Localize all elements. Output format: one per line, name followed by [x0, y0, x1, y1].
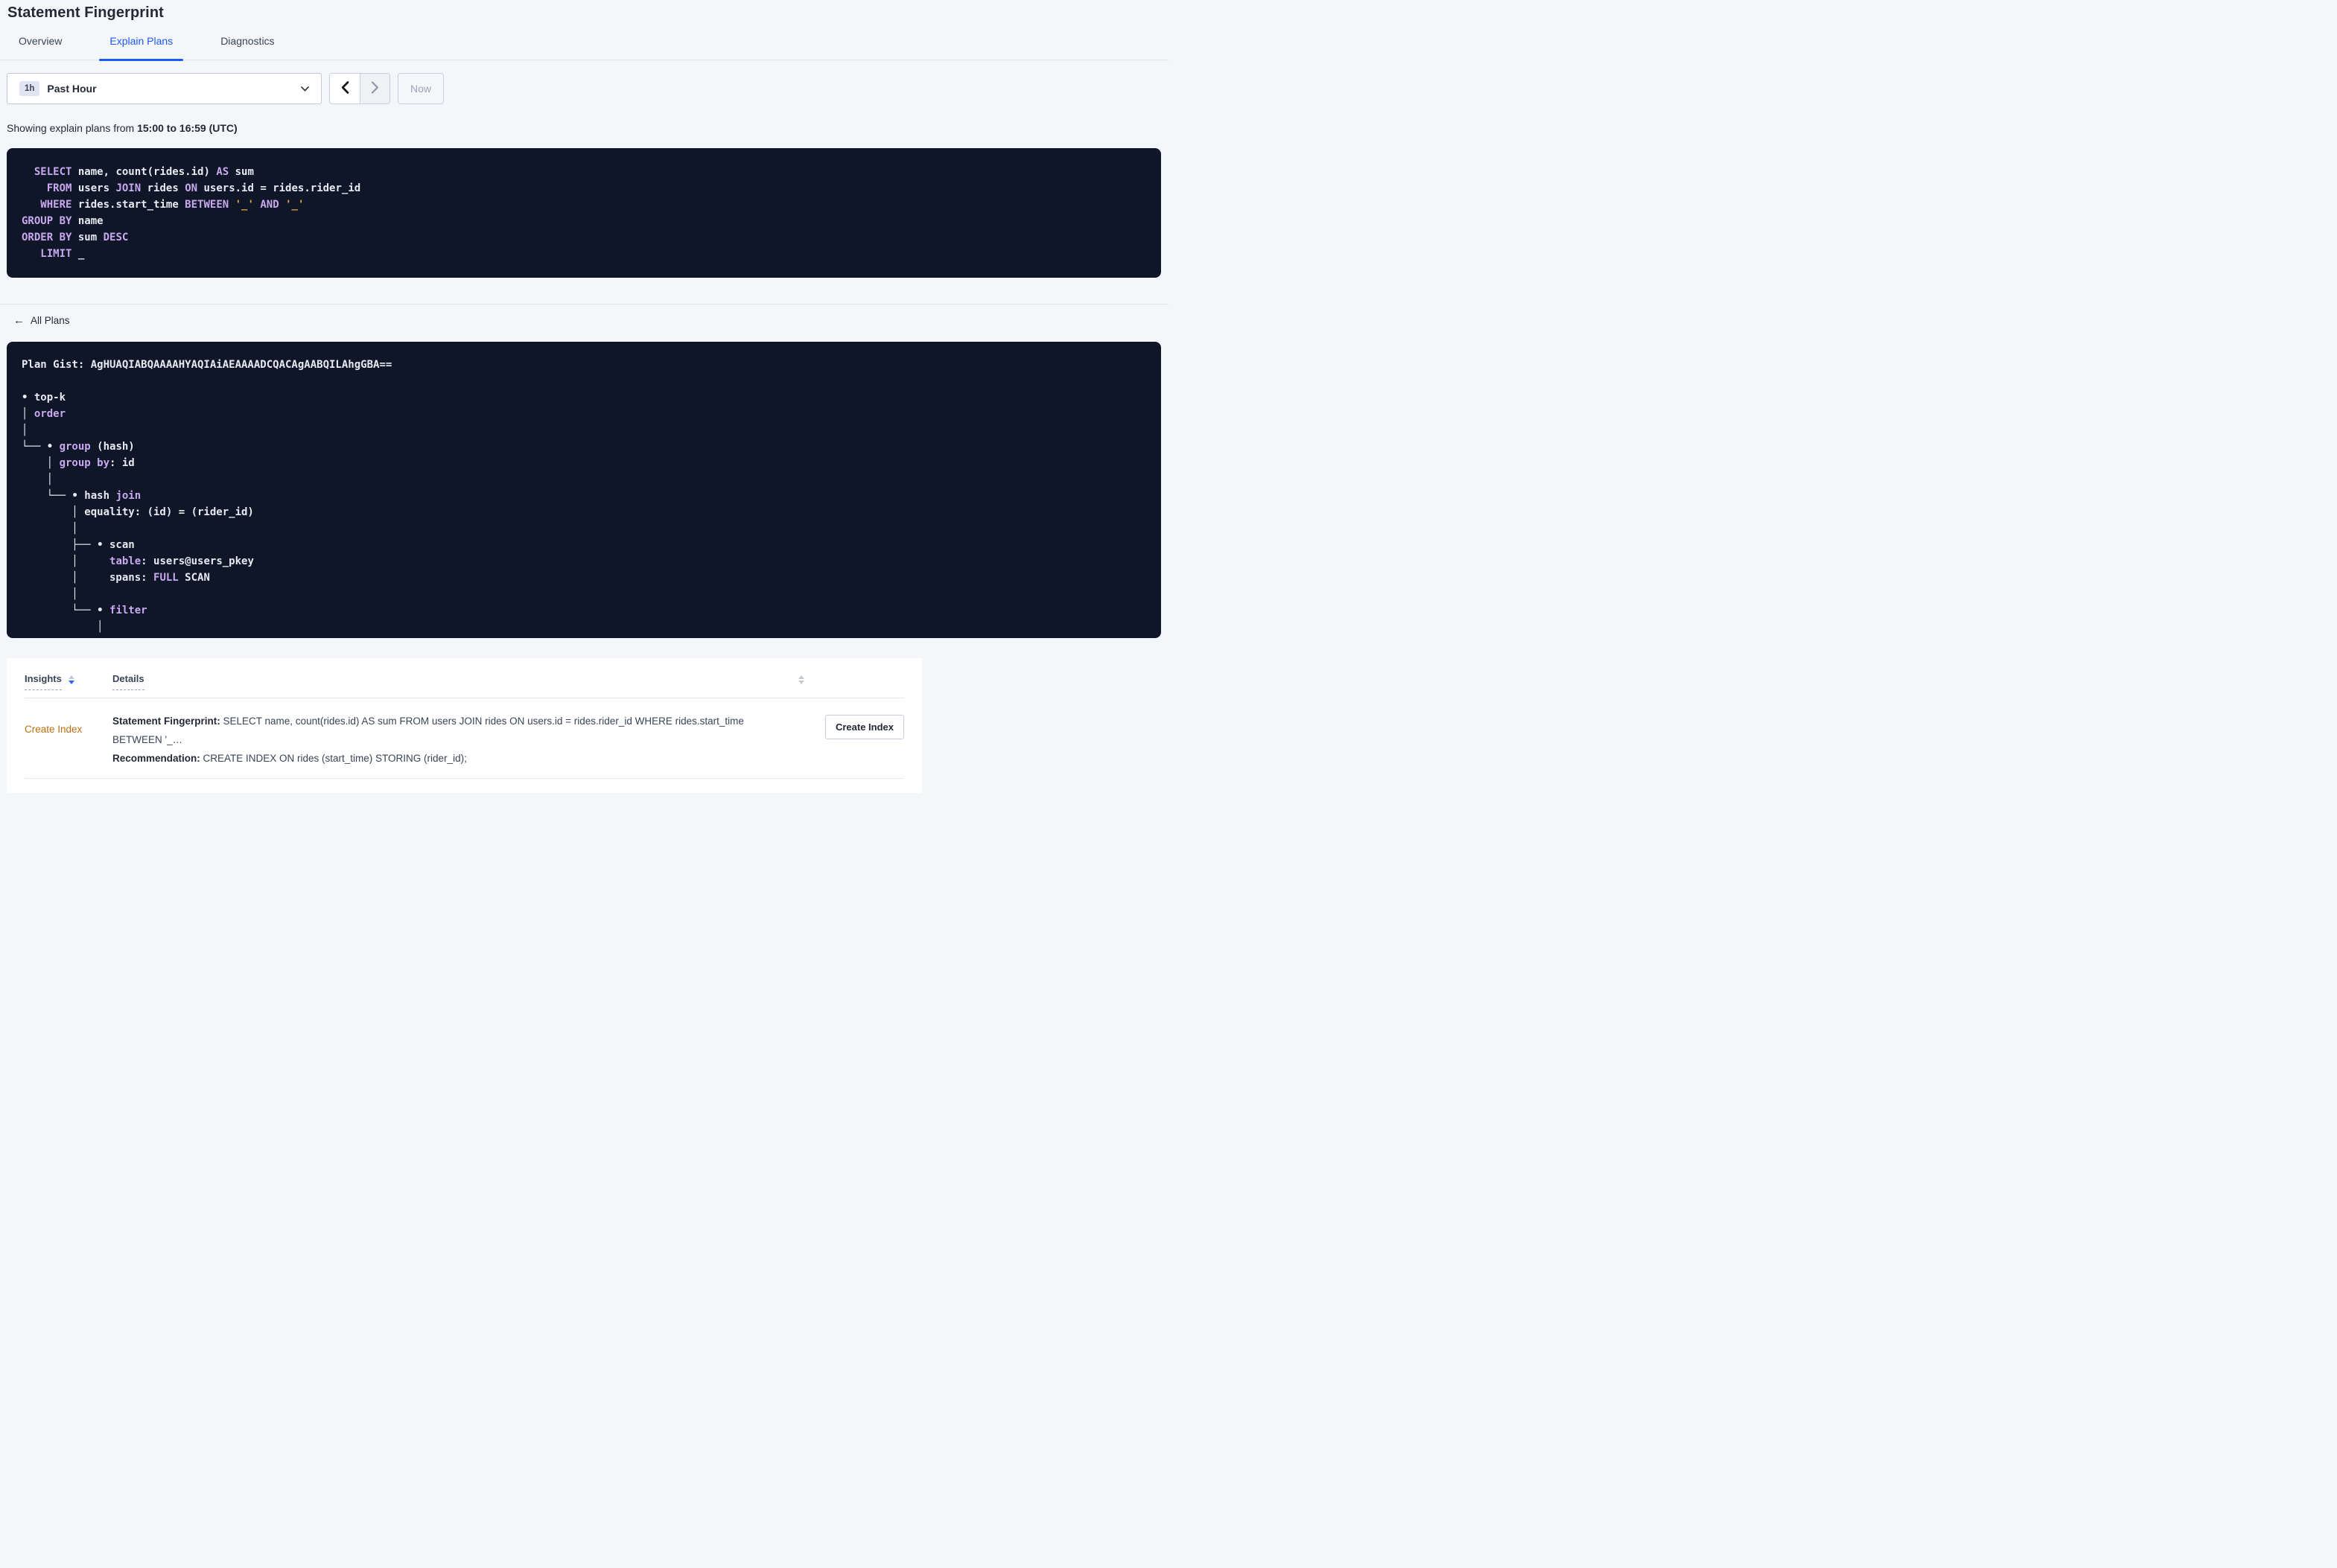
insight-details-cell: Statement Fingerprint: SELECT name, coun… — [112, 712, 804, 768]
insights-card: Insights Details Create Index Statement … — [7, 657, 922, 793]
sql-line: LIMIT _ — [40, 248, 85, 260]
gist-line: └── • group (hash) — [22, 440, 135, 453]
gist-line: Plan Gist: AgHUAQIABQAAAAHYAQIAiAEAAAADC… — [22, 358, 392, 371]
tab-explain-plans[interactable]: Explain Plans — [99, 35, 183, 61]
sql-line: ORDER BY sum DESC — [22, 232, 129, 243]
plan-gist-block: Plan Gist: AgHUAQIABQAAAAHYAQIAiAEAAAADC… — [7, 341, 1161, 638]
all-plans-label: All Plans — [31, 315, 70, 326]
recommendation-text: CREATE INDEX ON rides (start_time) STORI… — [200, 752, 467, 764]
tab-diagnostics[interactable]: Diagnostics — [220, 35, 274, 60]
table-row: Create Index Statement Fingerprint: SELE… — [7, 698, 922, 768]
recommendation-label: Recommendation: — [112, 752, 200, 764]
gist-line: │ — [22, 424, 28, 436]
section-divider — [0, 304, 1168, 305]
details-column-label[interactable]: Details — [112, 673, 144, 690]
statement-fingerprint-page: Statement Fingerprint Overview Explain Pl… — [0, 0, 1168, 793]
gist-line — [22, 373, 1146, 389]
gist-line: │ — [22, 522, 78, 535]
gist-line: │ equality: (id) = (rider_id) — [22, 506, 254, 518]
insights-column-header: Insights — [25, 673, 112, 690]
time-range-stepper — [329, 73, 390, 104]
table-row-divider — [25, 777, 904, 779]
sort-icon-details[interactable] — [798, 675, 804, 684]
gist-line: ├── • scan — [22, 538, 135, 551]
gist-line: │ group by: id — [22, 456, 135, 469]
showing-range-text: Showing explain plans from 15:00 to 16:5… — [7, 122, 1168, 134]
details-column-header: Details — [112, 673, 804, 690]
showing-range-value: 15:00 to 16:59 (UTC) — [137, 122, 238, 134]
recommendation-line: Recommendation: CREATE INDEX ON rides (s… — [112, 749, 789, 768]
gist-line: │ table: users@users_pkey — [22, 555, 254, 567]
all-plans-link[interactable]: ← All Plans — [13, 313, 70, 327]
sql-line: SELECT name, count(rides.id) AS sum — [34, 166, 254, 178]
page-title: Statement Fingerprint — [7, 4, 164, 21]
sql-line: FROM users JOIN rides ON users.id = ride… — [46, 182, 361, 194]
now-button[interactable]: Now — [398, 73, 445, 104]
sort-up-triangle — [68, 675, 74, 679]
next-range-button[interactable] — [360, 74, 390, 103]
insight-action-cell: Create Index — [804, 712, 904, 739]
statement-fingerprint-label: Statement Fingerprint: — [112, 715, 220, 727]
sql-line: GROUP BY name — [22, 215, 104, 227]
insights-table-header: Insights Details — [7, 658, 922, 690]
sort-down-triangle — [798, 680, 804, 684]
chevron-down-icon — [301, 86, 309, 92]
chevron-left-icon — [341, 81, 349, 96]
gist-line: │ — [22, 473, 54, 485]
time-range-label: Past Hour — [47, 83, 97, 95]
gist-line: │ — [22, 587, 78, 600]
time-range-select[interactable]: 1h Past Hour — [7, 73, 322, 104]
previous-range-button[interactable] — [330, 74, 360, 103]
statement-fingerprint-line: Statement Fingerprint: SELECT name, coun… — [112, 712, 789, 749]
sort-up-triangle — [798, 675, 804, 679]
gist-line: │ order — [22, 407, 66, 420]
gist-line: │ spans: FULL SCAN — [22, 571, 210, 584]
sql-line: WHERE rides.start_time BETWEEN '_' AND '… — [40, 199, 305, 211]
chevron-right-icon — [371, 81, 379, 96]
tab-overview[interactable]: Overview — [19, 35, 62, 60]
time-toolbar: 1h Past Hour Now — [7, 73, 1168, 104]
gist-line: └── • filter — [22, 604, 147, 616]
create-index-button[interactable]: Create Index — [824, 714, 904, 739]
tab-bar: Overview Explain Plans Diagnostics — [0, 35, 1168, 61]
back-arrow-icon: ← — [13, 313, 25, 327]
sql-statement-block: SELECT name, count(rides.id) AS sum FROM… — [7, 148, 1161, 278]
insight-type-cell: Create Index — [25, 723, 83, 735]
sort-icon-insights[interactable] — [68, 675, 74, 684]
gist-line: │ — [22, 620, 104, 633]
sort-down-triangle — [68, 680, 74, 684]
showing-range-prefix: Showing explain plans from — [7, 122, 138, 134]
gist-line: • top-k — [22, 391, 66, 404]
time-range-badge: 1h — [19, 81, 40, 96]
gist-line: └── • hash join — [22, 489, 142, 502]
insights-column-label[interactable]: Insights — [25, 673, 62, 690]
